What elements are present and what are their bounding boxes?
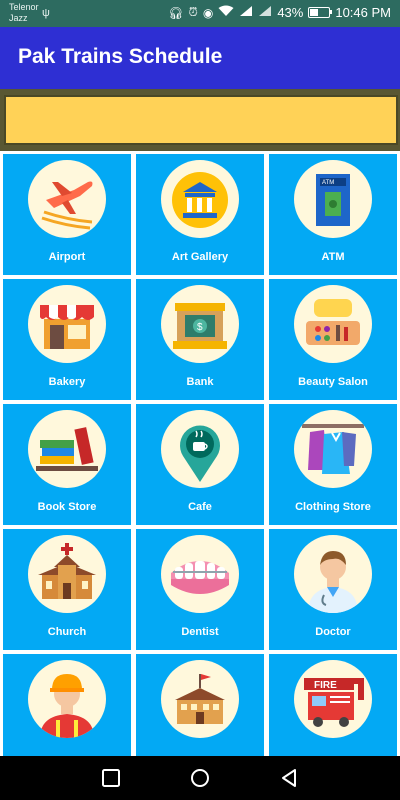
carrier-line-2: Jazz: [9, 13, 28, 23]
building-icon: [161, 660, 239, 738]
category-tile-bakery[interactable]: Bakery: [3, 279, 131, 400]
books-icon: [28, 410, 106, 488]
carrier-name: Telenor Jazz: [9, 2, 39, 24]
app-title: Pak Trains Schedule: [18, 45, 223, 68]
fire-station-icon: FIRE: [294, 660, 372, 738]
clock: 10:46 PM: [335, 5, 391, 20]
category-label: Bakery: [48, 376, 86, 388]
category-label: Book Store: [37, 501, 97, 513]
svg-text:$: $: [197, 322, 203, 333]
church-icon: [28, 535, 106, 613]
category-tile-art-gallery[interactable]: Art Gallery: [136, 154, 264, 275]
category-label: Cafe: [188, 501, 212, 513]
home-icon[interactable]: [189, 767, 211, 789]
category-tile-airport[interactable]: Airport: [3, 154, 131, 275]
doctor-icon: [294, 535, 372, 613]
teeth-icon: [161, 535, 239, 613]
eye-icon: ◉: [202, 5, 214, 20]
atm-icon: ATM: [294, 160, 372, 238]
category-label: Airport: [48, 251, 86, 263]
category-label: ATM: [321, 251, 345, 263]
signal-4g-icon: [239, 5, 253, 20]
status-bar: Telenor Jazz ψ 🎧︎ ⏰︎ ◉ 43% 10:46 PM: [0, 0, 400, 27]
category-tile-dentist[interactable]: Dentist: [136, 529, 264, 650]
ad-banner[interactable]: [4, 95, 398, 145]
battery-icon: [308, 7, 333, 18]
navigation-bar: [0, 756, 400, 800]
salon-icon: [294, 285, 372, 363]
category-tile-beauty-salon[interactable]: Beauty Salon: [269, 279, 397, 400]
category-tile-book-store[interactable]: Book Store: [3, 404, 131, 525]
coffee-pin-icon: [161, 410, 239, 488]
carrier-line-1: Telenor: [9, 2, 39, 12]
clothes-rack-icon: [294, 410, 372, 488]
back-icon[interactable]: [278, 767, 300, 789]
category-label: Clothing Store: [295, 501, 371, 513]
category-label: Doctor: [315, 626, 351, 638]
category-label: Church: [47, 626, 87, 638]
museum-icon: [161, 160, 239, 238]
banner-container: [0, 89, 400, 151]
category-label: Dentist: [181, 626, 219, 638]
category-tile-atm[interactable]: ATM ATM: [269, 154, 397, 275]
category-tile-bank[interactable]: $ Bank: [136, 279, 264, 400]
status-icons: 🎧︎ ⏰︎ ◉ 43% 10:46 PM: [168, 5, 391, 20]
airplane-icon: [28, 160, 106, 238]
usb-icon: ψ: [42, 7, 50, 19]
headset-icon: 🎧︎: [168, 5, 184, 20]
category-label: Bank: [186, 376, 214, 388]
category-grid: Airport Art Gallery ATM ATM Bakery $ Ban…: [0, 151, 400, 756]
category-label: Art Gallery: [171, 251, 229, 263]
recent-apps-icon[interactable]: [100, 767, 122, 789]
alarm-icon: ⏰︎: [188, 5, 198, 19]
category-tile-building[interactable]: [136, 654, 264, 756]
category-tile-fire-station[interactable]: FIRE: [269, 654, 397, 756]
app-bar: Pak Trains Schedule: [0, 27, 400, 89]
category-label: Beauty Salon: [298, 376, 368, 388]
worker-icon: [28, 660, 106, 738]
fire-sign-text: FIRE: [314, 680, 337, 691]
category-tile-cafe[interactable]: Cafe: [136, 404, 264, 525]
svg-text:ATM: ATM: [322, 180, 334, 186]
category-tile-worker[interactable]: [3, 654, 131, 756]
bakery-shop-icon: [28, 285, 106, 363]
category-tile-doctor[interactable]: Doctor: [269, 529, 397, 650]
bank-icon: $: [161, 285, 239, 363]
signal-3g-icon: [258, 5, 272, 20]
category-tile-church[interactable]: Church: [3, 529, 131, 650]
battery-percent: 43%: [277, 5, 304, 20]
category-tile-clothing-store[interactable]: Clothing Store: [269, 404, 397, 525]
wifi-icon: [218, 5, 234, 20]
